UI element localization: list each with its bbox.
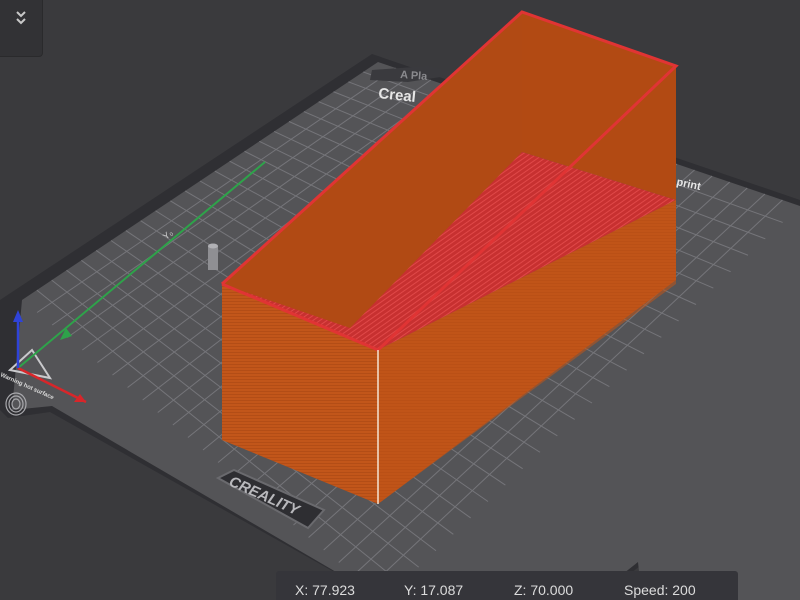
purge-pillar (208, 243, 218, 270)
status-x: X: 77.923 (295, 582, 355, 598)
position-status-bar: X: 77.923 Y: 17.087 Z: 70.000 Speed: 200 (276, 571, 738, 600)
collapse-panel-button[interactable] (0, 0, 43, 57)
double-chevron-down-icon (16, 11, 26, 25)
status-speed: Speed: 200 (624, 582, 696, 598)
3d-viewport[interactable]: A Pla Creal print CREALITY Warning hot s… (0, 0, 800, 600)
status-y: Y: 17.087 (404, 582, 464, 598)
plate-label-a: A Pla (400, 69, 429, 83)
status-z: Z: 70.000 (514, 582, 574, 598)
